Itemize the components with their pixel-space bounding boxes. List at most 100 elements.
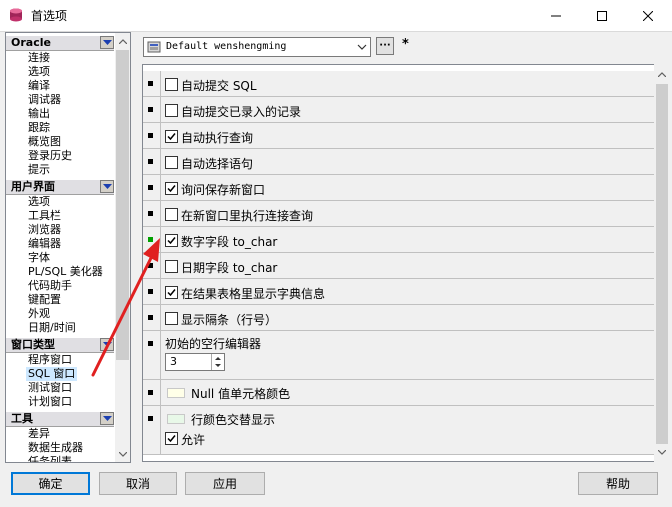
number-field-to-char-checkbox[interactable] — [165, 234, 178, 247]
scroll-up-button[interactable] — [115, 33, 130, 49]
maximize-button[interactable] — [579, 0, 625, 31]
template-select-value: Default wenshengming — [166, 41, 287, 52]
category-label: 窗口类型 — [11, 338, 55, 351]
scroll-down-button[interactable] — [115, 446, 130, 462]
tree-item-login-history[interactable]: 登录历史 — [28, 149, 72, 163]
default-marker-icon — [148, 341, 153, 346]
tree-item-connection[interactable]: 连接 — [28, 51, 50, 65]
tree-item-appearance[interactable]: 外观 — [28, 307, 50, 321]
option-row: 在新窗口里执行连接查询 — [143, 201, 655, 227]
default-marker-icon — [148, 315, 153, 320]
category-oracle[interactable]: Oracle — [6, 35, 114, 51]
initial-empty-editors-spinner[interactable]: 3 — [165, 353, 225, 371]
minimize-button[interactable] — [533, 0, 579, 31]
minimize-icon — [551, 15, 561, 16]
preferences-category-tree[interactable]: Oracle 连接 选项 编译 调试器 输出 跟踪 概览图 登录历史 提示 用户… — [5, 32, 131, 463]
tree-item-key-config[interactable]: 键配置 — [28, 293, 61, 307]
collapse-button[interactable] — [100, 36, 114, 49]
sql-window-options-list: 自动提交 SQL 自动提交已录入的记录 自动执行查询 自动选择语句 询问保存新窗… — [142, 64, 656, 462]
close-button[interactable] — [625, 0, 671, 31]
row-alt-color-label: 行颜色交替显示 — [191, 413, 276, 427]
cancel-button[interactable]: 取消 — [99, 472, 177, 495]
checkmark-icon — [167, 237, 176, 245]
collapse-button[interactable] — [100, 412, 114, 425]
category-tools[interactable]: 工具 — [6, 411, 114, 427]
tree-item-options[interactable]: 选项 — [28, 65, 50, 79]
tree-item-browser[interactable]: 浏览器 — [28, 223, 61, 237]
template-icon — [147, 41, 161, 53]
tree-item-data-generator[interactable]: 数据生成器 — [28, 441, 83, 455]
tree-item-ui-options[interactable]: 选项 — [28, 195, 50, 209]
chevron-down-icon — [102, 40, 112, 45]
template-select[interactable]: Default wenshengming — [143, 37, 371, 57]
option-row: 在结果表格里显示字典信息 — [143, 279, 655, 305]
option-row: 自动选择语句 — [143, 149, 655, 175]
checkmark-icon — [167, 185, 176, 193]
checkmark-icon — [167, 133, 176, 141]
help-button[interactable]: 帮助 — [578, 472, 658, 495]
ask-save-new-window-label: 询问保存新窗口 — [181, 183, 266, 197]
tree-item-font[interactable]: 字体 — [28, 251, 50, 265]
tree-item-datetime[interactable]: 日期/时间 — [28, 321, 76, 335]
tree-item-program-window[interactable]: 程序窗口 — [28, 353, 72, 367]
tree-item-debugger[interactable]: 调试器 — [28, 93, 61, 107]
tree-item-test-window[interactable]: 测试窗口 — [28, 381, 72, 395]
tree-item-plsql-beautifier[interactable]: PL/SQL 美化器 — [28, 265, 103, 279]
number-field-to-char-label: 数字字段 to_char — [181, 235, 278, 249]
chevron-down-icon — [118, 451, 127, 457]
checkmark-icon — [167, 435, 176, 443]
category-window-types[interactable]: 窗口类型 — [6, 337, 114, 353]
new-window-connection-query-checkbox[interactable] — [165, 208, 178, 221]
auto-commit-checkbox[interactable] — [165, 78, 178, 91]
auto-execute-query-checkbox[interactable] — [165, 130, 178, 143]
scroll-up-button[interactable] — [654, 66, 669, 82]
default-marker-icon — [148, 185, 153, 190]
collapse-button[interactable] — [100, 180, 114, 193]
ask-save-new-window-checkbox[interactable] — [165, 182, 178, 195]
tree-item-compile[interactable]: 编译 — [28, 79, 50, 93]
tree-item-diff[interactable]: 差异 — [28, 427, 50, 441]
tree-item-trace[interactable]: 跟踪 — [28, 121, 50, 135]
show-gridlines-checkbox[interactable] — [165, 312, 178, 325]
default-marker-icon — [148, 81, 153, 86]
tree-item-plan-window[interactable]: 计划窗口 — [28, 395, 72, 409]
tree-item-code-assistant[interactable]: 代码助手 — [28, 279, 72, 293]
default-marker-icon — [148, 263, 153, 268]
category-user-interface[interactable]: 用户界面 — [6, 179, 114, 195]
collapse-button[interactable] — [100, 338, 114, 351]
apply-button[interactable]: 应用 — [185, 472, 265, 495]
tree-item-sql-window[interactable]: SQL 窗口 — [26, 367, 78, 381]
option-row: 数字字段 to_char — [143, 227, 655, 253]
null-cell-color-swatch[interactable] — [167, 388, 185, 398]
chevron-down-icon — [102, 416, 112, 421]
scroll-thumb[interactable] — [656, 84, 668, 444]
row-alt-color-swatch[interactable] — [167, 414, 185, 424]
allow-checkbox[interactable] — [165, 432, 178, 445]
option-row: 显示隔条（行号） — [143, 305, 655, 331]
tree-item-output[interactable]: 输出 — [28, 107, 50, 121]
scroll-down-button[interactable] — [654, 444, 669, 460]
show-dictionary-info-checkbox[interactable] — [165, 286, 178, 299]
tree-item-overview[interactable]: 概览图 — [28, 135, 61, 149]
options-scrollbar[interactable] — [654, 64, 670, 462]
changed-marker-icon — [148, 237, 153, 242]
tree-item-hints[interactable]: 提示 — [28, 163, 50, 177]
date-field-to-char-checkbox[interactable] — [165, 260, 178, 273]
checkmark-icon — [167, 289, 176, 297]
scroll-thumb[interactable] — [116, 50, 129, 360]
tree-scrollbar[interactable] — [115, 33, 130, 462]
spinner-buttons[interactable] — [211, 354, 224, 370]
tree-item-task-list[interactable]: 任务列表 — [28, 455, 72, 462]
tree-item-editor[interactable]: 编辑器 — [28, 237, 61, 251]
template-options-button[interactable]: ··· — [376, 37, 394, 55]
ok-button[interactable]: 确定 — [11, 472, 90, 495]
auto-commit-loaded-checkbox[interactable] — [165, 104, 178, 117]
category-label: Oracle — [11, 36, 51, 49]
auto-select-statement-checkbox[interactable] — [165, 156, 178, 169]
maximize-icon — [597, 10, 607, 21]
chevron-up-icon — [118, 38, 127, 44]
option-row: 自动提交 SQL — [143, 71, 655, 97]
tree-item-toolbar[interactable]: 工具栏 — [28, 209, 61, 223]
template-toolbar: Default wenshengming ··· * — [140, 32, 670, 64]
option-row: 自动执行查询 — [143, 123, 655, 149]
